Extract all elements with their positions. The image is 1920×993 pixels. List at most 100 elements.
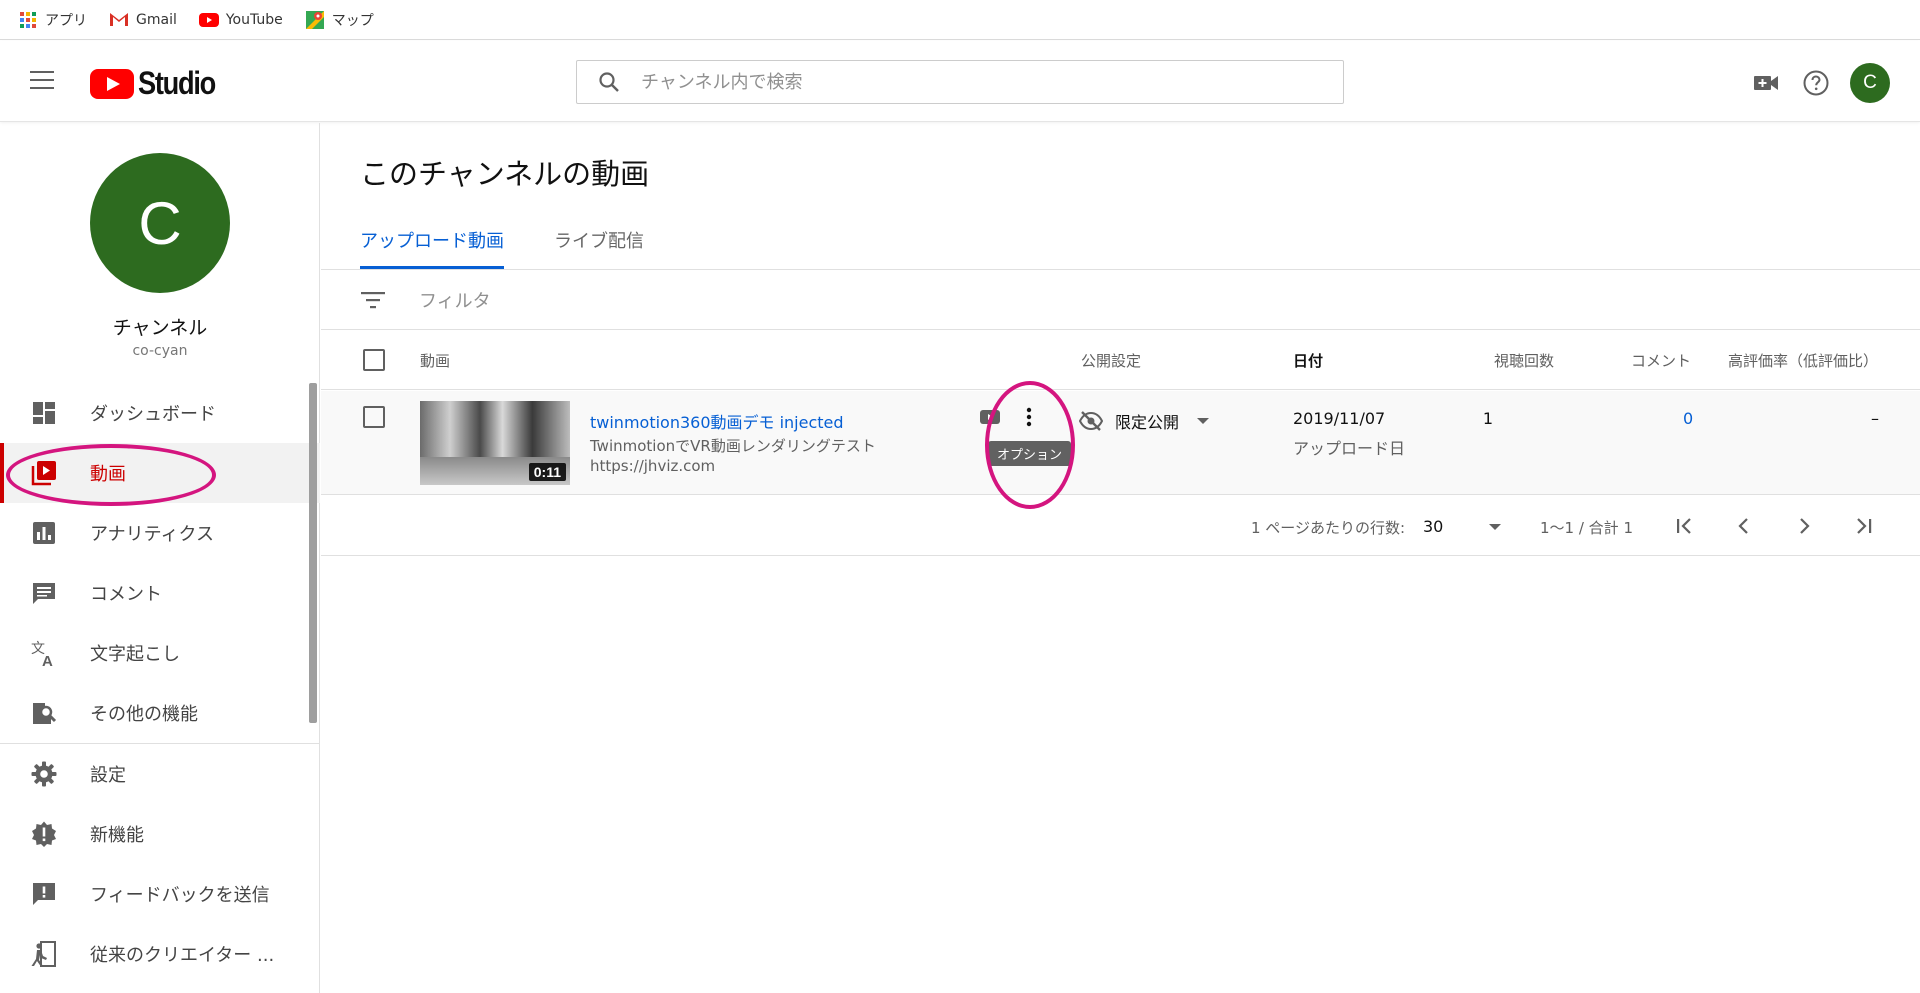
bookmark-label: アプリ [45,12,87,29]
visibility-value: 限定公開 [1115,413,1180,432]
sidebar-item-comments[interactable]: コメント [0,563,320,623]
hamburger-menu-icon[interactable] [30,71,54,91]
sidebar-item-label: コメント [90,584,162,605]
row-checkbox[interactable] [363,406,385,428]
filter-input-placeholder[interactable]: フィルタ [419,287,491,313]
last-page-icon[interactable] [1849,511,1879,541]
video-duration: 0:11 [528,463,566,481]
studio-logo[interactable]: Studio [90,65,229,102]
channel-handle: co-cyan [132,343,188,359]
bookmark-label: マップ [331,12,374,29]
sidebar-item-transcription[interactable]: 文A 文字起こし [0,623,320,683]
search-input[interactable] [641,71,1281,93]
sidebar-item-label: 文字起こし [90,644,180,665]
bookmark-maps[interactable]: マップ [305,10,374,30]
sidebar-item-analytics[interactable]: アナリティクス [0,503,320,563]
sidebar-item-dashboard[interactable]: ダッシュボード [0,383,320,443]
column-header-date[interactable]: 日付 [1293,350,1323,371]
whats-new-icon [30,820,58,848]
video-description-url: https://jhviz.com [590,457,716,475]
classic-studio-icon [30,940,58,968]
sidebar-item-label: 従来のクリエイター ... [90,945,275,966]
studio-header: Studio C [0,41,1920,122]
highlight-circle-options [985,381,1075,509]
maps-icon [305,10,325,29]
youtube-play-icon [90,68,134,99]
sidebar-item-label: ダッシュボード [90,404,216,425]
feedback-icon [30,880,58,908]
column-header-views[interactable]: 視聴回数 [1494,350,1554,371]
first-page-icon[interactable] [1669,511,1699,541]
video-thumbnail[interactable]: 0:11 [420,401,570,485]
sidebar-item-more-features[interactable]: その他の機能 [0,683,320,743]
more-features-icon [30,699,58,727]
pagination-range: 1～1 / 合計 1 [1540,519,1633,537]
table-row[interactable]: 0:11 twinmotion360動画デモ injected Twinmoti… [321,381,1920,509]
video-comments-link[interactable]: 0 [1683,409,1693,428]
column-header-visibility[interactable]: 公開設定 [1081,350,1141,371]
settings-gear-icon [30,760,58,788]
video-likes: – [1871,409,1879,428]
main-content: このチャンネルの動画 アップロード動画 ライブ配信 フィルタ 動画 公開設定 日… [321,123,1920,993]
video-date: 2019/11/07 [1293,409,1386,428]
eye-off-icon [1079,411,1103,431]
sidebar-item-feedback[interactable]: フィードバックを送信 [0,864,320,924]
bookmark-gmail[interactable]: Gmail [109,11,177,29]
sidebar: C チャンネル co-cyan ダッシュボード 動画 アナリティクス コメント [0,123,320,993]
rows-per-page-select[interactable]: 30 [1423,517,1502,536]
apps-grid-icon [18,11,38,29]
rows-per-page-value: 30 [1423,517,1444,536]
gmail-icon [109,11,129,29]
pagination: 1 ページあたりの行数: 30 1～1 / 合計 1 [321,496,1920,556]
table-header: 動画 公開設定 日付 視聴回数 コメント 高評価率（低評価比） [321,330,1920,390]
sidebar-item-label: 新機能 [90,825,144,846]
page-title: このチャンネルの動画 [360,157,650,191]
video-title-link[interactable]: twinmotion360動画デモ injected [590,409,844,433]
sidebar-item-label: フィードバックを送信 [90,885,270,906]
sidebar-scrollbar[interactable] [309,383,317,723]
sidebar-item-classic-studio[interactable]: 従来のクリエイター ... [0,924,320,984]
logo-text: Studio [138,65,216,101]
column-header-likes[interactable]: 高評価率（低評価比） [1728,350,1878,371]
filter-icon[interactable] [359,286,387,314]
bookmark-label: Gmail [136,11,177,28]
header-actions: C [1734,63,1890,103]
sidebar-item-whats-new[interactable]: 新機能 [0,804,320,864]
account-avatar[interactable]: C [1850,63,1890,103]
previous-page-icon[interactable] [1729,511,1759,541]
sidebar-item-settings[interactable]: 設定 [0,744,320,804]
svg-text:A: A [42,653,53,667]
sidebar-item-label: その他の機能 [90,704,198,725]
help-icon[interactable] [1798,65,1834,101]
bookmark-label: YouTube [225,11,283,28]
bookmark-apps[interactable]: アプリ [18,10,87,30]
sidebar-item-label: 設定 [90,765,126,786]
video-description: TwinmotionでVR動画レンダリングテスト [590,437,876,455]
column-header-comments[interactable]: コメント [1631,350,1691,371]
tab-uploads[interactable]: アップロード動画 [360,223,504,269]
search-box[interactable] [576,60,1344,104]
visibility-dropdown[interactable]: 限定公開 [1079,409,1210,433]
bookmarks-bar: アプリ Gmail YouTube マップ [0,0,1920,40]
rows-per-page-label: 1 ページあたりの行数: [1251,519,1406,537]
channel-name: チャンネル [112,317,208,339]
content-tabs: アップロード動画 ライブ配信 [360,223,694,269]
dropdown-arrow-icon [1197,418,1210,424]
search-icon [597,70,621,94]
select-all-checkbox[interactable] [363,349,385,371]
youtube-icon [198,11,219,29]
video-date-note: アップロード日 [1293,439,1406,458]
filter-bar[interactable]: フィルタ [321,270,1920,330]
create-video-icon[interactable] [1748,65,1784,101]
translate-icon: 文A [30,639,58,667]
channel-avatar[interactable]: C [90,153,230,293]
comment-icon [30,579,58,607]
highlight-circle-videos [6,444,216,506]
next-page-icon[interactable] [1789,511,1819,541]
dashboard-icon [30,399,58,427]
sidebar-item-label: アナリティクス [90,524,215,545]
bookmark-youtube[interactable]: YouTube [198,11,283,29]
column-header-video: 動画 [420,352,451,370]
dropdown-arrow-icon [1489,523,1502,530]
tab-live[interactable]: ライブ配信 [554,223,644,269]
